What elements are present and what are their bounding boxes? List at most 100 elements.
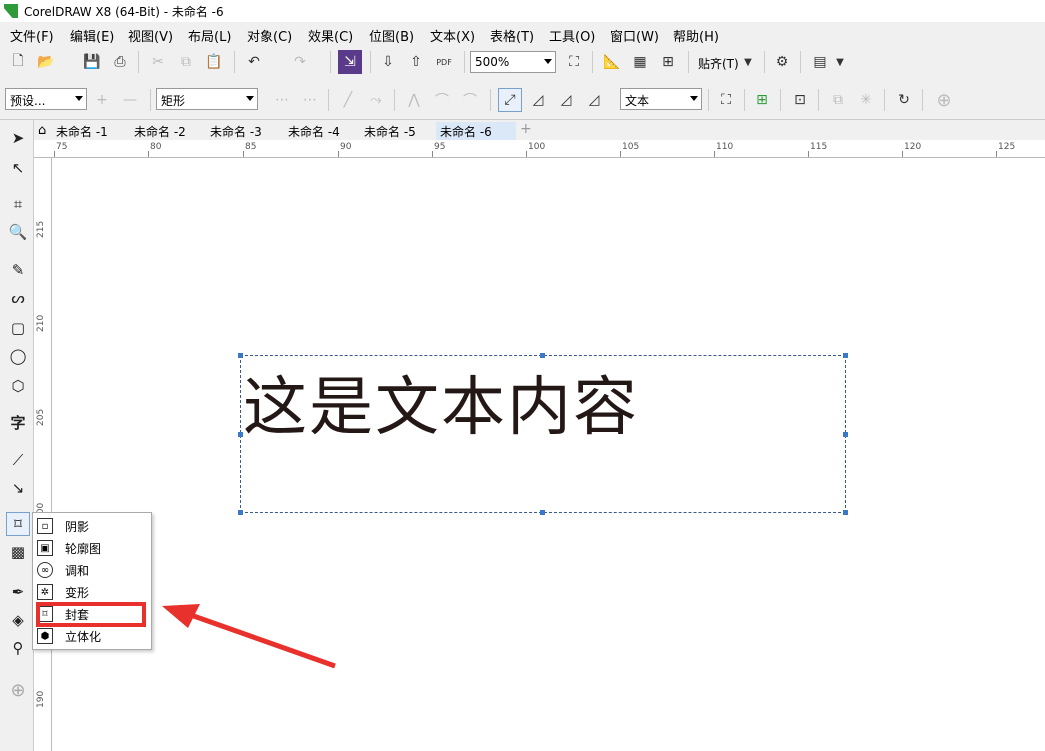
open-folder-icon[interactable]: 📂 <box>34 50 58 74</box>
home-icon[interactable]: ⌂ <box>38 123 46 138</box>
menu-edit[interactable]: 编辑(E) <box>70 26 114 45</box>
shape-tool-icon[interactable]: ↖ <box>6 156 30 180</box>
add-node-icon[interactable]: ⋯ <box>270 88 294 112</box>
smart-fill-icon[interactable]: ⚲ <box>6 636 30 660</box>
redo-icon[interactable]: ↷ <box>288 50 312 74</box>
selection-handle[interactable] <box>540 353 545 358</box>
eyedropper-tool-icon[interactable]: ✒ <box>6 580 30 604</box>
copy-icon[interactable]: ⧉ <box>174 50 198 74</box>
tab-doc-4[interactable]: 未命名 -4 <box>284 122 344 140</box>
add-icon[interactable]: ⊕ <box>932 88 956 112</box>
print-icon[interactable]: ⎙ <box>108 50 132 74</box>
smooth-node-icon[interactable]: ⌒ <box>430 88 454 112</box>
zoom-value: 500% <box>475 55 510 69</box>
convert-to-curves-icon[interactable]: ↻ <box>892 88 916 112</box>
zoom-level-select[interactable]: 500% <box>470 51 556 73</box>
selection-handle[interactable] <box>843 353 848 358</box>
menu-object[interactable]: 对象(C) <box>247 26 292 45</box>
artistic-text[interactable]: 这是文本内容 <box>243 356 639 448</box>
connector-tool-icon[interactable]: ↘ <box>6 476 30 500</box>
pdf-icon[interactable]: PDF <box>432 50 456 74</box>
menu-text[interactable]: 文本(X) <box>430 26 475 45</box>
selection-handle[interactable] <box>843 432 848 437</box>
ruler-tick: 205 <box>36 408 46 426</box>
delete-node-icon[interactable]: ⋯ <box>298 88 322 112</box>
menu-table[interactable]: 表格(T) <box>490 26 534 45</box>
paste-icon[interactable]: 📋 <box>202 50 226 74</box>
tab-doc-1[interactable]: 未命名 -1 <box>52 122 112 140</box>
menu-window[interactable]: 窗口(W) <box>610 26 659 45</box>
add-tab-icon[interactable]: + <box>520 121 532 137</box>
save-icon[interactable]: 💾 <box>80 50 104 74</box>
full-screen-icon[interactable]: ⛶ <box>562 50 586 74</box>
tab-doc-2[interactable]: 未命名 -2 <box>130 122 190 140</box>
ellipse-tool-icon[interactable]: ◯ <box>6 344 30 368</box>
add-new-envelope-icon[interactable]: ⊞ <box>750 88 774 112</box>
selection-handle[interactable] <box>540 510 545 515</box>
cut-icon[interactable]: ✂ <box>146 50 170 74</box>
chevron-down-icon[interactable]: ▼ <box>828 50 852 74</box>
envelope-double-arc-icon[interactable]: ◿ <box>554 88 578 112</box>
pick-tool-icon[interactable]: ➤ <box>6 126 30 150</box>
selection-handle[interactable] <box>238 353 243 358</box>
snap-to-dropdown[interactable]: 贴齐(T) <box>698 55 739 72</box>
selection-handle[interactable] <box>238 510 243 515</box>
flyout-item-contour[interactable]: ▣ 轮廓图 <box>33 537 151 559</box>
artistic-media-icon[interactable]: ᔕ <box>6 286 30 310</box>
menu-bitmap[interactable]: 位图(B) <box>369 26 414 45</box>
cusp-node-icon[interactable]: ⋀ <box>402 88 426 112</box>
flyout-item-extrude[interactable]: ⬢ 立体化 <box>33 625 151 647</box>
curve-icon[interactable]: ⤳ <box>364 88 388 112</box>
export-icon[interactable]: ⇧ <box>404 50 428 74</box>
text-object[interactable]: 这是文本内容 <box>238 353 848 515</box>
menu-effects[interactable]: 效果(C) <box>308 26 353 45</box>
zoom-tool-icon[interactable]: 🔍 <box>6 220 30 244</box>
add-tool-icon[interactable]: ⊕ <box>6 678 30 702</box>
flyout-item-blend[interactable]: ∞ 调和 <box>33 559 151 581</box>
menu-file[interactable]: 文件(F) <box>10 26 54 45</box>
rectangle-tool-icon[interactable]: ▢ <box>6 316 30 340</box>
mapping-mode-select[interactable]: 文本 <box>620 88 702 110</box>
grid-icon[interactable]: ▦ <box>628 50 652 74</box>
search-content-icon[interactable]: ⇲ <box>338 50 362 74</box>
fill-tool-icon[interactable]: ◈ <box>6 608 30 632</box>
transparency-tool-icon[interactable]: ▩ <box>6 540 30 564</box>
remove-preset-icon[interactable]: — <box>118 88 142 112</box>
tab-doc-6[interactable]: 未命名 -6 <box>436 122 516 140</box>
tab-doc-3[interactable]: 未命名 -3 <box>206 122 266 140</box>
clear-envelope-icon[interactable]: ✳ <box>854 88 878 112</box>
keep-lines-icon[interactable]: ⛶ <box>714 88 738 112</box>
dimension-tool-icon[interactable]: ⟋ <box>6 448 30 472</box>
add-preset-icon[interactable]: + <box>90 88 114 112</box>
polygon-tool-icon[interactable]: ⬡ <box>6 374 30 398</box>
menu-view[interactable]: 视图(V) <box>128 26 173 45</box>
guidelines-icon[interactable]: ⊞ <box>656 50 680 74</box>
preset-select[interactable]: 预设... <box>5 88 87 110</box>
copy-envelope-properties-icon[interactable]: ⧉ <box>826 88 850 112</box>
selection-handle[interactable] <box>238 432 243 437</box>
envelope-straight-line-icon[interactable]: ⤢ <box>498 88 522 112</box>
create-envelope-from-icon[interactable]: ⊡ <box>788 88 812 112</box>
new-document-icon[interactable]: 🗋 <box>6 50 30 74</box>
shape-select[interactable]: 矩形 <box>156 88 258 110</box>
chevron-down-icon[interactable]: ▼ <box>736 50 760 74</box>
import-icon[interactable]: ⇩ <box>376 50 400 74</box>
gear-icon[interactable]: ⚙ <box>770 50 794 74</box>
crop-tool-icon[interactable]: ⌗ <box>6 192 30 216</box>
menu-tools[interactable]: 工具(O) <box>549 26 595 45</box>
envelope-unconstrained-icon[interactable]: ◿ <box>582 88 606 112</box>
undo-icon[interactable]: ↶ <box>242 50 266 74</box>
freehand-tool-icon[interactable]: ✎ <box>6 258 30 282</box>
line-icon[interactable]: ╱ <box>336 88 360 112</box>
selection-handle[interactable] <box>843 510 848 515</box>
flyout-item-distort[interactable]: ✲ 变形 <box>33 581 151 603</box>
text-tool-icon[interactable]: 字 <box>6 410 30 434</box>
flyout-item-drop-shadow[interactable]: ▫ 阴影 <box>33 515 151 537</box>
menu-help[interactable]: 帮助(H) <box>673 26 719 45</box>
menu-layout[interactable]: 布局(L) <box>188 26 231 45</box>
rulers-icon[interactable]: 📐 <box>600 50 624 74</box>
symmetric-node-icon[interactable]: ⌒ <box>458 88 482 112</box>
envelope-single-arc-icon[interactable]: ◿ <box>526 88 550 112</box>
envelope-tool-icon[interactable]: ⌑ <box>6 512 30 536</box>
tab-doc-5[interactable]: 未命名 -5 <box>360 122 420 140</box>
